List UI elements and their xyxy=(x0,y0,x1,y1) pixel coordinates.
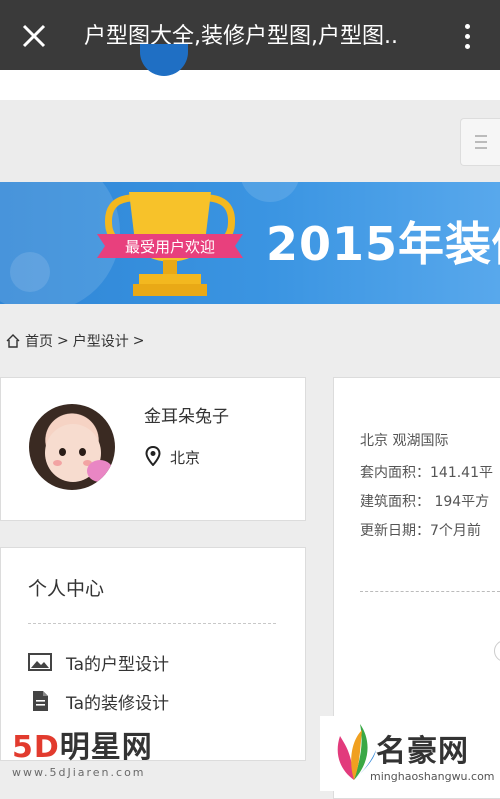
breadcrumb: 首页 > 户型设计 > xyxy=(5,330,144,352)
watermark-left-5d: 5D xyxy=(12,730,60,765)
watermark-left-url: www.5dJiaren.com xyxy=(12,766,146,779)
top-app-bar: 户型图大全,装修户型图,户型图.. xyxy=(0,0,500,70)
info-divider xyxy=(360,591,500,592)
breadcrumb-separator: > xyxy=(132,333,145,349)
side-drawer-tab[interactable] xyxy=(460,118,500,166)
menu-item-renovation-designs[interactable]: Ta的装修设计 xyxy=(28,689,169,714)
watermark-left: 5D明星网 www.5dJiaren.com xyxy=(12,730,153,780)
trophy-icon: 最受用户欢迎 xyxy=(97,192,243,296)
more-menu-button[interactable] xyxy=(452,16,482,56)
profile-location: 北京 xyxy=(170,449,201,467)
building-area: 建筑面积： 194平方 xyxy=(360,494,490,510)
watermark-right-url: minghaoshangwu.com xyxy=(370,770,495,783)
document-icon xyxy=(33,691,48,711)
personal-center-title: 个人中心 xyxy=(28,578,105,600)
close-button[interactable] xyxy=(14,16,54,56)
site-header-strip xyxy=(0,70,500,100)
menu-item-label: Ta的装修设计 xyxy=(66,693,169,714)
promo-banner[interactable]: 最受用户欢迎 2015年装修 xyxy=(0,182,500,304)
inner-area: 套内面积：141.41平 xyxy=(360,465,493,481)
image-icon xyxy=(28,653,52,671)
location-pin-icon xyxy=(145,446,161,466)
breadcrumb-section-link[interactable]: 户型设计 xyxy=(73,331,129,351)
banner-headline: 2015年装修 xyxy=(266,217,500,271)
page-title: 户型图大全,装修户型图,户型图.. xyxy=(84,24,398,49)
breadcrumb-home-link[interactable]: 首页 xyxy=(25,331,53,351)
home-icon xyxy=(6,334,20,348)
menu-item-floorplan-designs[interactable]: Ta的户型设计 xyxy=(28,650,169,675)
banner-badge-text: 最受用户欢迎 xyxy=(125,238,215,256)
watermark-right: 名豪网 minghaoshangwu.com xyxy=(320,716,500,791)
watermark-right-text: 名豪网 xyxy=(376,734,469,769)
profile-username[interactable]: 金耳朵兔子 xyxy=(144,402,229,427)
watermark-left-text: 明星网 xyxy=(59,730,153,765)
header-spacer xyxy=(0,100,500,182)
update-date: 更新日期：7个月前 xyxy=(360,523,481,539)
close-icon xyxy=(22,24,46,48)
menu-item-label: Ta的户型设计 xyxy=(66,654,169,675)
community-name: 北京 观湖国际 xyxy=(360,433,449,449)
personal-center-divider xyxy=(28,623,276,624)
breadcrumb-separator: > xyxy=(57,333,69,349)
avatar[interactable] xyxy=(29,404,115,490)
